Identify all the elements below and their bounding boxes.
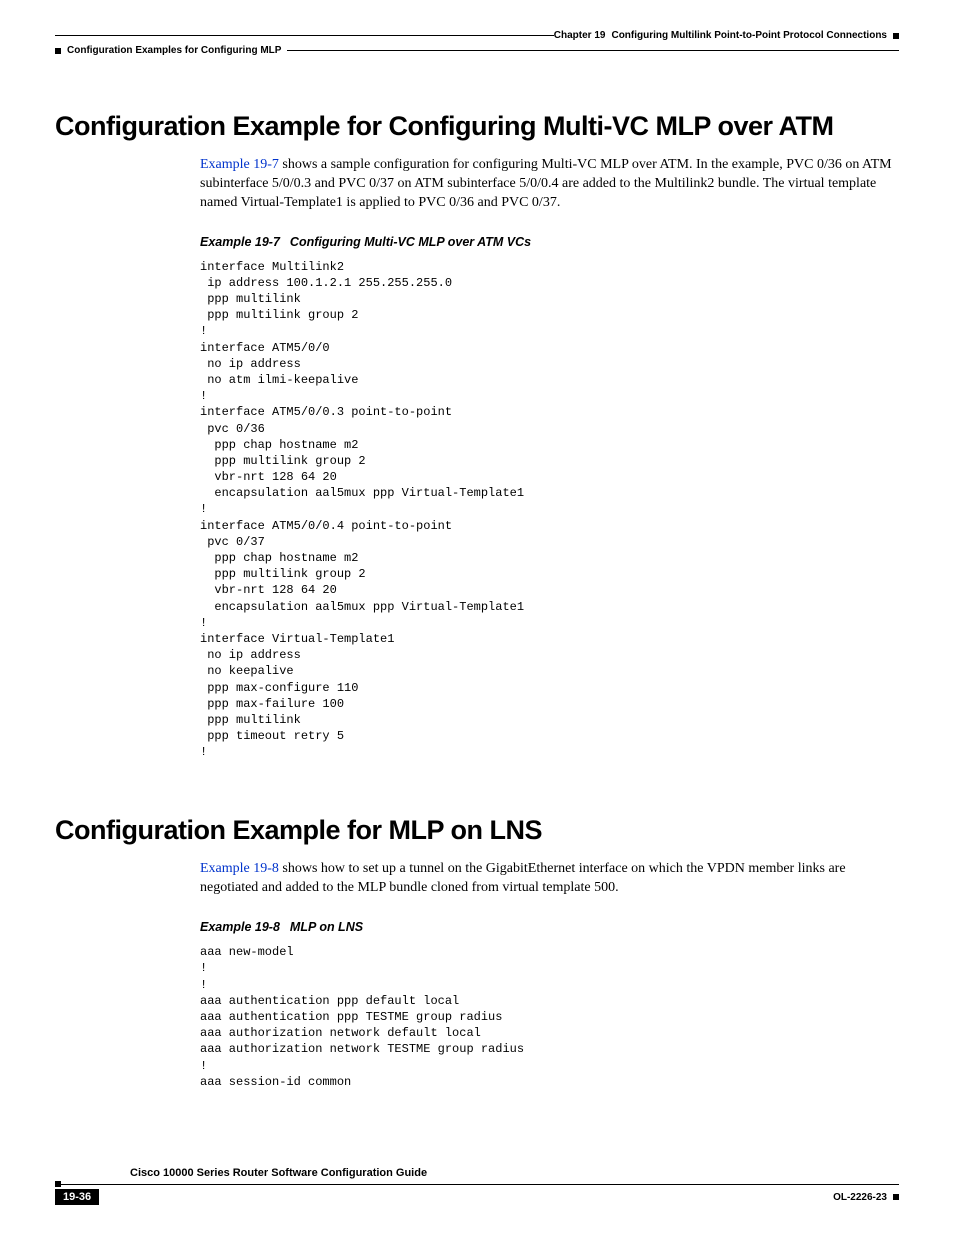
running-header: Chapter 19 Configuring Multilink Point-t…: [55, 30, 899, 56]
example-19-7-title: Configuring Multi-VC MLP over ATM VCs: [290, 235, 531, 249]
chapter-title: Configuring Multilink Point-to-Point Pro…: [611, 30, 887, 41]
document-id: OL-2226-23: [833, 1192, 887, 1203]
breadcrumb-square-icon: [55, 48, 61, 54]
page-number-badge: 19-36: [55, 1189, 99, 1205]
footer-guide-title: Cisco 10000 Series Router Software Confi…: [130, 1167, 899, 1179]
footer-square-right-icon: [893, 1194, 899, 1200]
section2-para-text: shows how to set up a tunnel on the Giga…: [200, 861, 846, 895]
section2-paragraph: Example 19-8 shows how to set up a tunne…: [200, 860, 899, 898]
page-footer: Cisco 10000 Series Router Software Confi…: [55, 1167, 899, 1205]
example-19-8-number: Example 19-8: [200, 920, 280, 934]
example-19-7-caption: Example 19-7 Configuring Multi-VC MLP ove…: [200, 235, 899, 249]
chapter-label: Chapter 19: [554, 30, 606, 41]
example-19-8-title: MLP on LNS: [290, 920, 363, 934]
section2-title: Configuration Example for MLP on LNS: [55, 815, 899, 846]
section1-title: Configuration Example for Configuring Mu…: [55, 111, 899, 142]
section1-paragraph: Example 19-7 shows a sample configuratio…: [200, 156, 899, 213]
section1-para-text: shows a sample configuration for configu…: [200, 157, 892, 210]
example-19-7-number: Example 19-7: [200, 235, 280, 249]
section-breadcrumb: Configuration Examples for Configuring M…: [67, 45, 281, 56]
example-19-7-link[interactable]: Example 19-7: [200, 157, 279, 172]
example-19-7-code: interface Multilink2 ip address 100.1.2.…: [200, 259, 899, 761]
example-19-8-caption: Example 19-8 MLP on LNS: [200, 920, 899, 934]
example-19-8-link[interactable]: Example 19-8: [200, 861, 279, 876]
header-square-icon: [893, 33, 899, 39]
page-container: Chapter 19 Configuring Multilink Point-t…: [0, 0, 954, 1235]
example-19-8-code: aaa new-model ! ! aaa authentication ppp…: [200, 944, 899, 1090]
